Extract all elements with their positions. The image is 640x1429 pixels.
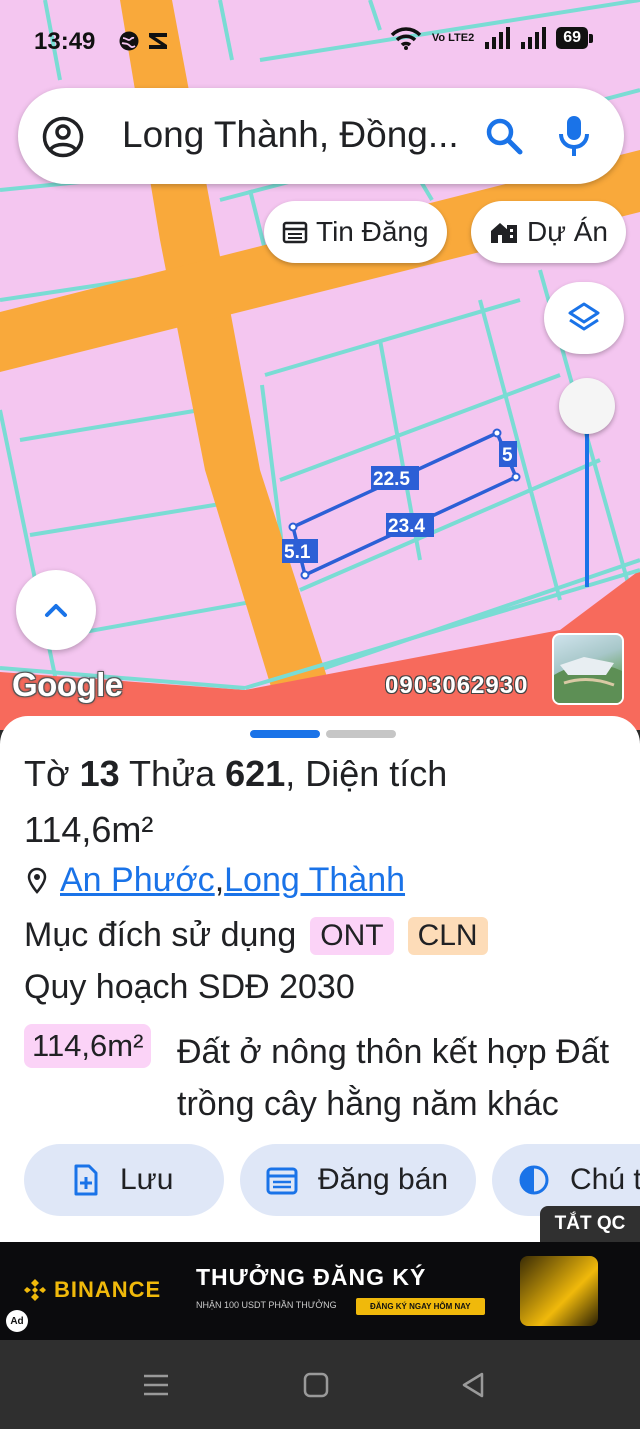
ad-brand: BINANCE xyxy=(22,1277,161,1303)
parcel-edge-bottom-label: 23.4 xyxy=(388,516,425,537)
microphone-icon[interactable] xyxy=(558,114,590,158)
parcel-edge-top-label: 22.5 xyxy=(373,469,410,490)
signal-2-icon xyxy=(521,27,547,49)
sheet-number: 13 xyxy=(79,753,120,794)
status-left-icons xyxy=(118,30,170,52)
plan-row: Quy hoạch SDĐ 2030 xyxy=(24,968,355,1007)
ad-cta-button[interactable]: ĐĂNG KÝ NGAY HÔM NAY xyxy=(356,1298,485,1315)
status-right-icons: Vo LTE2 69 xyxy=(390,26,593,50)
ad-coin-image xyxy=(520,1256,598,1326)
wifi-icon xyxy=(390,27,422,50)
plot-number: 621 xyxy=(225,753,286,794)
plan-area-badge: 114,6m² xyxy=(24,1024,152,1068)
title-prefix: Tờ xyxy=(24,753,80,794)
parcel-title: Tờ 13 Thửa 621, Diện tích 114,6m² xyxy=(24,746,614,858)
save-button-label: Lưu xyxy=(120,1163,174,1196)
menu-icon[interactable] xyxy=(142,1372,170,1398)
expand-up-button[interactable] xyxy=(16,570,96,650)
sheet-handle[interactable] xyxy=(250,730,396,738)
phone-watermark: 0903062930 xyxy=(385,672,529,699)
account-icon[interactable] xyxy=(42,116,84,158)
search-icon[interactable] xyxy=(484,116,524,156)
map-view[interactable]: 22.5 5 23.4 5.1 13:49 Vo LTE2 69 Long Th… xyxy=(0,0,640,730)
ad-headline: THƯỞNG ĐĂNG KÝ xyxy=(196,1264,427,1290)
land-use-tag-cln: CLN xyxy=(407,916,488,955)
projects-chip[interactable]: Dự Án xyxy=(471,201,626,263)
area-label: , Diện tích xyxy=(285,753,448,794)
satellite-preview-thumbnail[interactable] xyxy=(552,633,624,705)
parcel-edge-right-label: 5 xyxy=(502,445,513,466)
parcel-info-sheet[interactable]: Tờ 13 Thửa 621, Diện tích 114,6m² An Phướ… xyxy=(0,716,640,1242)
location-pin-icon xyxy=(27,867,47,894)
layers-icon xyxy=(568,302,600,331)
google-logo: Google xyxy=(12,666,123,703)
status-bar: 13:49 Vo LTE2 69 xyxy=(0,0,640,80)
satellite-preview-image xyxy=(554,657,622,703)
location-separator: , xyxy=(214,861,225,899)
search-bar[interactable]: Long Thành, Đồng... xyxy=(18,88,624,184)
globe-icon xyxy=(119,31,139,51)
plan-label: Quy hoạch SDĐ 2030 xyxy=(24,968,355,1006)
ad-brand-label: BINANCE xyxy=(54,1277,162,1302)
district-link[interactable]: Long Thành xyxy=(224,861,405,900)
zoom-slider-track[interactable] xyxy=(585,425,589,587)
projects-chip-label: Dự Án xyxy=(527,216,608,247)
note-button-label: Chú t xyxy=(570,1163,640,1196)
contrast-icon xyxy=(519,1165,549,1195)
post-sale-button-label: Đăng bán xyxy=(318,1163,449,1196)
ad-badge: Ad xyxy=(6,1310,28,1332)
zoom-slider-handle[interactable] xyxy=(559,378,615,434)
parcel-edge-left-label: 5.1 xyxy=(284,542,311,563)
ward-link[interactable]: An Phước xyxy=(60,861,215,900)
capcut-icon xyxy=(149,33,167,49)
save-button[interactable]: Lưu xyxy=(24,1144,224,1216)
volte-label: Vo LTE2 xyxy=(431,31,475,44)
listings-chip-label: Tin Đăng xyxy=(316,216,429,247)
calendar-icon xyxy=(266,1167,298,1195)
ad-subtext: NHẬN 100 USDT PHẦN THƯỞNG xyxy=(196,1300,337,1310)
calendar-list-icon xyxy=(282,221,308,244)
post-sale-button[interactable]: Đăng bán xyxy=(240,1144,476,1216)
battery-indicator: 69 xyxy=(556,27,593,49)
area-value: 114,6m² xyxy=(24,809,154,850)
land-use-label: Mục đích sử dụng xyxy=(24,916,297,954)
chevron-up-icon xyxy=(45,604,67,617)
file-add-icon xyxy=(74,1164,98,1196)
land-use-tag-ont: ONT xyxy=(310,916,394,955)
search-query-text[interactable]: Long Thành, Đồng... xyxy=(122,114,459,156)
land-use-row: Mục đích sử dụng ONT CLN xyxy=(24,916,488,955)
layers-button[interactable] xyxy=(544,282,624,354)
buildings-icon xyxy=(491,223,517,243)
plan-description: Đất ở nông thôn kết hợp Đất trồng cây hằ… xyxy=(177,1033,610,1123)
signal-1-icon xyxy=(485,27,511,49)
parcel-location: An Phước, Long Thành xyxy=(24,861,405,900)
status-time: 13:49 xyxy=(34,28,96,55)
system-nav-bar xyxy=(0,1340,640,1429)
home-icon[interactable] xyxy=(302,1371,330,1399)
back-icon[interactable] xyxy=(460,1371,486,1399)
close-ad-button[interactable]: TẮT QC xyxy=(540,1206,640,1242)
binance-logo-icon xyxy=(24,1279,46,1301)
ad-banner[interactable]: BINANCE THƯỞNG ĐĂNG KÝ NHẬN 100 USDT PHẦ… xyxy=(0,1242,640,1340)
listings-chip[interactable]: Tin Đăng xyxy=(264,201,447,263)
plot-word: Thửa xyxy=(119,753,226,794)
